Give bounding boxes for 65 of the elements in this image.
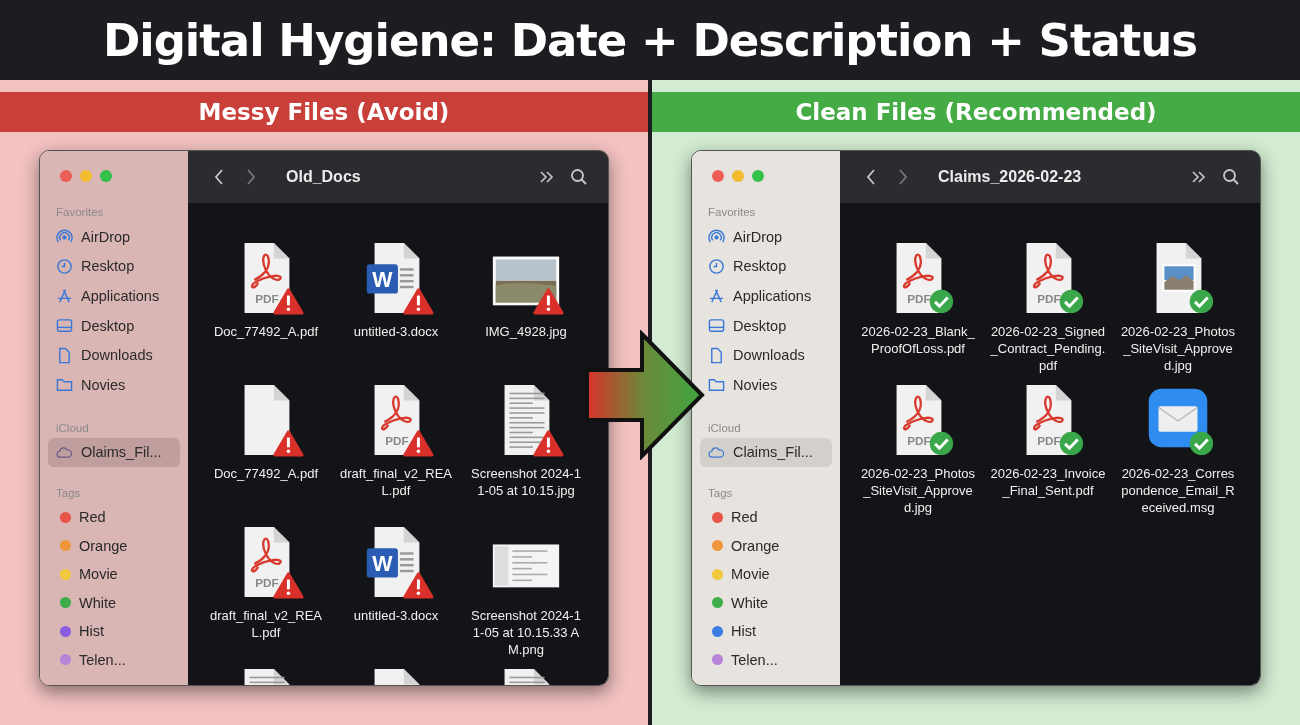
file-name: 2026-02-23_Correspondence_Email_Received.msg: [1120, 465, 1236, 516]
display-icon: [56, 317, 73, 335]
sidebar-item[interactable]: Olaims_Fil...: [48, 437, 180, 468]
file-name: 2026-02-23_Blank_ProofOfLoss.pdf: [860, 323, 976, 357]
sidebar-item[interactable]: Resktop: [700, 251, 832, 282]
sidebar-item[interactable]: Claims_Fil...: [700, 437, 832, 468]
file-name: draft_final_v2_REAL.pdf: [209, 607, 323, 641]
page-title: Digital Hygiene: Date + Description + Status: [102, 13, 1198, 67]
tag-item[interactable]: Hist: [700, 617, 832, 646]
section-label: Tags: [707, 487, 734, 502]
section-label: Tags: [55, 487, 82, 502]
file-name: IMG_4928.jpg: [484, 323, 568, 340]
file-name: 2026-02-23_Signed_Contract_Pending.pdf: [990, 323, 1106, 374]
file-name: draft_final_v2_REAL.pdf: [339, 465, 453, 499]
clock-icon: [708, 257, 725, 275]
panel-heading: Clean Files (Recommended): [652, 92, 1300, 132]
folder-icon: [708, 376, 725, 394]
tag-item[interactable]: Telen...: [48, 645, 180, 675]
panel-heading: Messy Files (Avoid): [0, 92, 648, 132]
file-name: untitled-3.docx: [352, 323, 440, 340]
display-icon: [708, 317, 725, 335]
file-name: 2026-02-23_Photos_SiteVisit_Approved.jpg: [1120, 323, 1236, 374]
sidebar-item[interactable]: Desktop: [48, 310, 180, 341]
search-icon[interactable]: [1222, 168, 1240, 186]
tag-item[interactable]: Hist: [48, 617, 180, 646]
folder-title: Old_Docs: [286, 168, 361, 186]
tag-item[interactable]: Red: [700, 503, 832, 532]
folder-icon: [56, 376, 73, 394]
file-name: 2026-02-23_Invoice_Final_Sent.pdf: [990, 465, 1106, 499]
section-label: Favorites: [55, 206, 105, 220]
sidebar-item[interactable]: Applications: [48, 281, 180, 311]
file-name: Screenshot 2024-11-05 at 10.15.33 AM.png: [470, 607, 582, 658]
tag-item[interactable]: Orange: [48, 531, 180, 561]
sidebar-item[interactable]: Downloads: [48, 340, 180, 370]
section-label: iCloud: [707, 421, 742, 436]
tag-item[interactable]: White: [700, 588, 832, 618]
tag-item[interactable]: Movie: [700, 560, 832, 589]
sidebar-item[interactable]: Novies: [48, 369, 180, 400]
tag-item[interactable]: Movie: [48, 560, 180, 589]
apps-icon: [56, 287, 73, 305]
sidebar-item[interactable]: Applications: [700, 281, 832, 311]
tag-item[interactable]: White: [48, 588, 180, 618]
clock-icon: [56, 257, 73, 275]
document-icon: [56, 346, 73, 364]
file-name: 2026-02-23_Photos_SiteVisit_Approved.jpg: [860, 465, 976, 516]
sidebar-item[interactable]: AirDrop: [48, 222, 180, 252]
tag-item[interactable]: Orange: [700, 531, 832, 561]
sidebar-item[interactable]: Novies: [700, 369, 832, 400]
search-icon[interactable]: [570, 168, 588, 186]
document-icon: [708, 346, 725, 364]
sidebar-item[interactable]: AirDrop: [700, 222, 832, 252]
file-name: Doc_77492_A.pdf: [212, 323, 320, 340]
file-name: untitled-3.docx: [352, 607, 440, 624]
sidebar-item[interactable]: Desktop: [700, 310, 832, 341]
tag-item[interactable]: Red: [48, 503, 180, 532]
file-name: Screenshot 2024-11-05 at 10.15.jpg: [470, 465, 582, 499]
folder-title: Claims_2026-02-23: [938, 168, 1082, 186]
apps-icon: [708, 287, 725, 305]
section-label: Favorites: [707, 206, 757, 220]
file-name: Doc_77492_A.pdf: [212, 465, 320, 482]
sidebar-item[interactable]: Downloads: [700, 340, 832, 370]
close-button[interactable]: [712, 170, 724, 182]
sidebar-item[interactable]: Resktop: [48, 251, 180, 282]
tag-item[interactable]: Telen...: [700, 645, 832, 675]
section-label: iCloud: [55, 421, 90, 436]
